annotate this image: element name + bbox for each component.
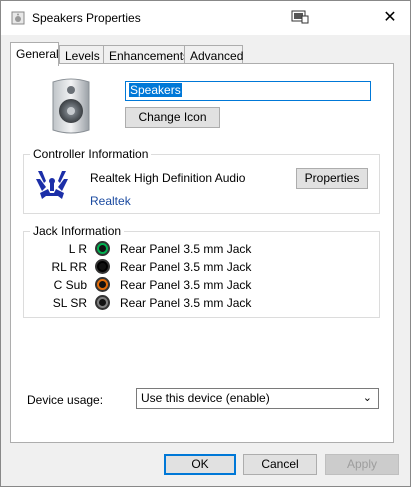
jack-channels: L R xyxy=(68,242,87,256)
close-button[interactable]: ✕ xyxy=(377,7,403,31)
controller-info-group: Controller Information Realtek High Defi… xyxy=(23,147,380,214)
controller-name: Realtek High Definition Audio xyxy=(90,171,246,185)
tab-advanced[interactable]: Advanced xyxy=(184,45,243,65)
tab-general[interactable]: General xyxy=(10,42,59,66)
window-title: Speakers Properties xyxy=(32,11,141,25)
general-panel: Speakers Change Icon Controller Informat… xyxy=(10,63,394,443)
jack-color-icon xyxy=(95,241,110,256)
speaker-device-icon xyxy=(52,78,90,134)
jack-description: Rear Panel 3.5 mm Jack xyxy=(120,260,252,274)
device-usage-value: Use this device (enable) xyxy=(141,391,270,405)
jack-channels: RL RR xyxy=(51,260,87,274)
jack-color-icon xyxy=(95,277,110,292)
jack-channels: C Sub xyxy=(53,278,87,292)
chevron-down-icon: ⌄ xyxy=(362,392,372,404)
device-usage-select[interactable]: Use this device (enable) ⌄ xyxy=(136,388,379,409)
tab-enhancements[interactable]: Enhancements xyxy=(103,45,189,65)
change-icon-button[interactable]: Change Icon xyxy=(125,107,220,128)
jack-row: C Sub Rear Panel 3.5 mm Jack xyxy=(24,276,324,294)
jack-description: Rear Panel 3.5 mm Jack xyxy=(120,278,252,292)
realtek-crab-icon xyxy=(36,171,68,199)
controller-properties-button[interactable]: Properties xyxy=(296,168,368,189)
jack-row: L R Rear Panel 3.5 mm Jack xyxy=(24,240,324,258)
speaker-title-icon xyxy=(11,11,25,25)
jack-info-group: Jack Information L R Rear Panel 3.5 mm J… xyxy=(23,224,380,318)
help-icon[interactable] xyxy=(291,10,309,24)
jack-color-icon xyxy=(95,295,110,310)
jack-description: Rear Panel 3.5 mm Jack xyxy=(120,242,252,256)
controller-vendor-link[interactable]: Realtek xyxy=(90,194,131,208)
ok-button[interactable]: OK xyxy=(164,454,236,475)
jack-color-icon xyxy=(95,259,110,274)
controller-info-label: Controller Information xyxy=(30,147,152,161)
jack-info-label: Jack Information xyxy=(30,224,125,238)
device-name-input[interactable]: Speakers xyxy=(125,81,371,101)
jack-description: Rear Panel 3.5 mm Jack xyxy=(120,296,252,310)
device-usage-label: Device usage: xyxy=(27,393,104,407)
tab-levels[interactable]: Levels xyxy=(59,45,104,65)
device-name-value: Speakers xyxy=(129,83,182,97)
jack-row: SL SR Rear Panel 3.5 mm Jack xyxy=(24,294,324,312)
jack-row: RL RR Rear Panel 3.5 mm Jack xyxy=(24,258,324,276)
apply-button[interactable]: Apply xyxy=(325,454,399,475)
cancel-button[interactable]: Cancel xyxy=(243,454,317,475)
jack-channels: SL SR xyxy=(52,296,87,310)
title-bar[interactable]: Speakers Properties ✕ xyxy=(1,1,410,35)
properties-window: Speakers Properties ✕ General Levels Enh… xyxy=(0,0,411,487)
